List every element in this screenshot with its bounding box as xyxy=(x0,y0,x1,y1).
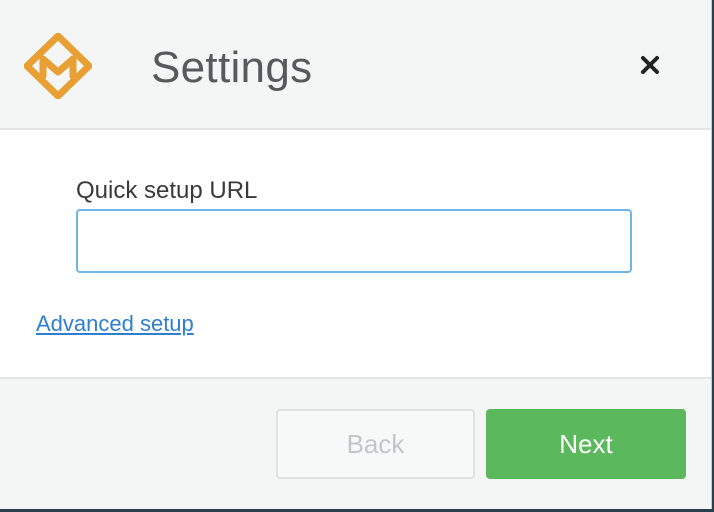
dialog-body: Quick setup URL Advanced setup xyxy=(0,130,711,377)
next-button[interactable]: Next xyxy=(486,409,686,479)
close-icon[interactable] xyxy=(633,48,667,82)
app-logo-icon xyxy=(24,33,92,99)
quick-setup-url-input[interactable] xyxy=(76,209,632,273)
url-field-label: Quick setup URL xyxy=(76,177,258,204)
settings-dialog: Settings Quick setup URL Advanced setup … xyxy=(0,0,712,509)
dialog-footer: Back Next xyxy=(0,377,711,509)
dialog-header: Settings xyxy=(0,0,711,130)
advanced-setup-link[interactable]: Advanced setup xyxy=(36,310,194,338)
dialog-title: Settings xyxy=(151,43,313,92)
back-button[interactable]: Back xyxy=(276,409,475,479)
